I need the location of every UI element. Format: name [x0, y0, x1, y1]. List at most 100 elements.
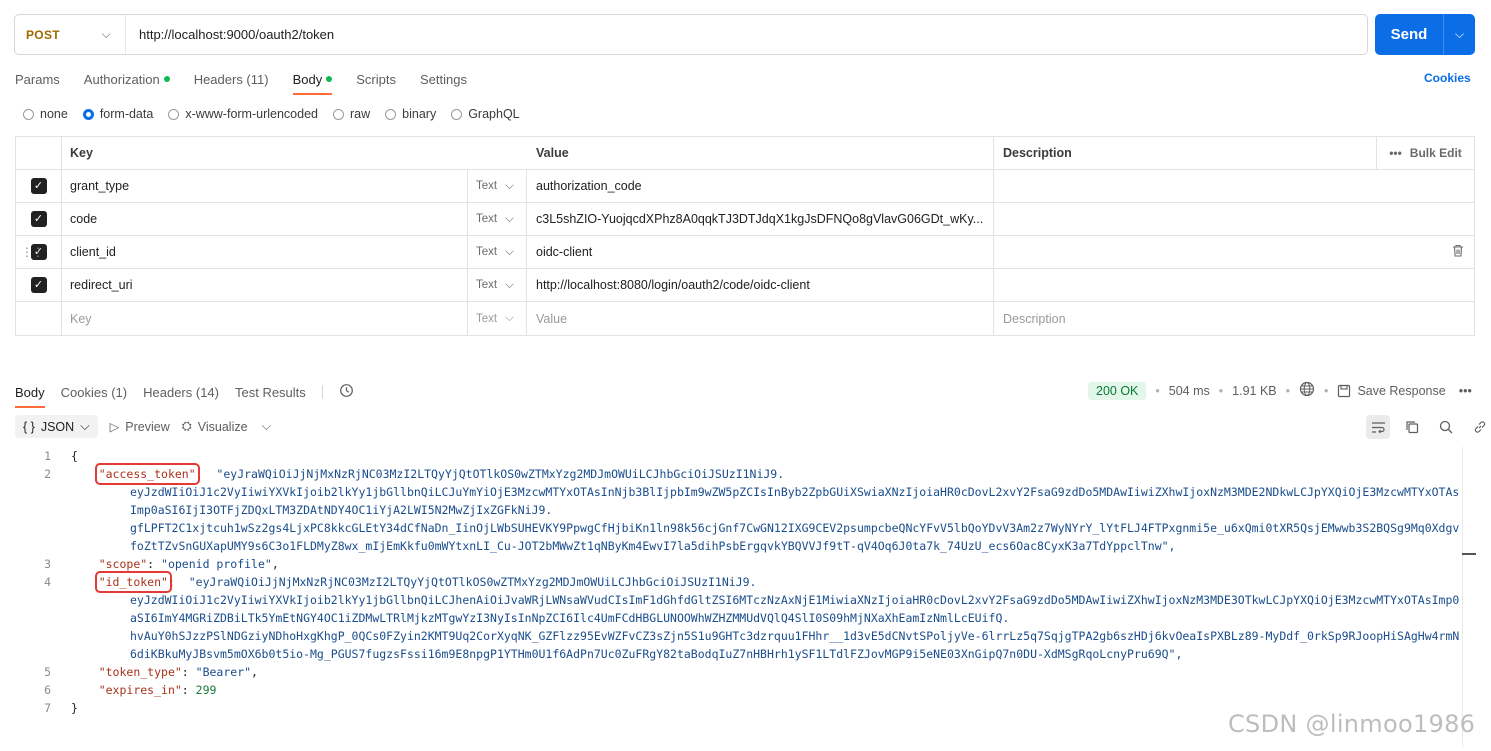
chevron-down-icon: ⌵ [505, 278, 514, 291]
radio-circle-icon [168, 108, 180, 120]
trash-icon[interactable] [1452, 244, 1464, 260]
tab-test-results[interactable]: Test Results [235, 385, 306, 400]
tab-response-body[interactable]: Body [15, 385, 45, 408]
description-cell[interactable] [994, 203, 1474, 235]
method-select[interactable]: POST ⌵ [15, 15, 126, 54]
type-select[interactable]: Text ⌵ [467, 203, 527, 235]
visualize-button[interactable]: ⛭ Visualize ⌵ [182, 419, 271, 434]
request-bar: POST ⌵ http://localhost:9000/oauth2/toke… [14, 14, 1368, 55]
chevron-down-icon[interactable]: ⌵ [262, 419, 271, 434]
radio-raw[interactable]: raw [333, 107, 370, 121]
key-cell[interactable]: redirect_uri [62, 269, 467, 301]
tab-response-cookies[interactable]: Cookies (1) [61, 385, 127, 400]
radio-label: form-data [99, 107, 154, 121]
code-line: 1 { [0, 447, 1470, 465]
response-size[interactable]: 1.91 KB [1232, 384, 1276, 398]
radio-label: none [40, 107, 68, 121]
value-cell[interactable]: c3L5shZIO-YuojqcdXPhz8A0qqkTJ3DTJdqX1kgJ… [527, 203, 994, 235]
tab-headers[interactable]: Headers (11) [194, 70, 269, 88]
link-icon[interactable] [1468, 415, 1491, 439]
globe-icon[interactable] [1299, 381, 1315, 400]
row-checkbox[interactable]: ✓ [16, 170, 62, 202]
response-json-viewer[interactable]: 1 { 2 "access_token": "eyJraWQiOiJjNjMxN… [0, 447, 1470, 717]
radio-form-data[interactable]: form-data [82, 107, 154, 121]
save-response-button[interactable]: Save Response [1337, 384, 1446, 398]
tab-settings[interactable]: Settings [420, 70, 467, 88]
row-checkbox[interactable]: ✓ [16, 203, 62, 235]
send-button[interactable]: Send ⌵ [1375, 14, 1475, 55]
tab-response-headers[interactable]: Headers (14) [143, 385, 219, 400]
table-row: ✓ grant_type Text ⌵ authorization_code [16, 170, 1474, 203]
cookies-link[interactable]: Cookies [1424, 71, 1471, 85]
type-select[interactable]: Text ⌵ [467, 236, 527, 268]
tab-authorization[interactable]: Authorization [84, 70, 170, 88]
key-cell[interactable]: code [62, 203, 467, 235]
line-number: 5 [44, 665, 51, 679]
access-token-value: "eyJraWQiOiJjNjMxNzRjNC03MzI2LTQyYjQtOTl… [216, 467, 785, 481]
code-line: 4 "id_token": "eyJraWQiOiJjNjMxNzRjNC03M… [0, 571, 1470, 593]
radio-circle-icon [451, 108, 463, 120]
key-cell[interactable]: client_id [62, 236, 467, 268]
format-select[interactable]: { } JSON ⌵ [15, 415, 98, 438]
value-cell[interactable]: http://localhost:8080/login/oauth2/code/… [527, 269, 994, 301]
line-number: 7 [44, 701, 51, 715]
send-label: Send [1390, 26, 1428, 43]
row-checkbox[interactable]: ✓ [16, 269, 62, 301]
code-line: 3 "scope": "openid profile", [0, 555, 1470, 573]
response-time[interactable]: 504 ms [1169, 384, 1210, 398]
code-text: "expires_in": 299 [98, 683, 217, 697]
id-token-key: "id_token" [94, 571, 172, 593]
status-badge[interactable]: 200 OK [1088, 381, 1147, 400]
editor-scrollbar-track[interactable] [1462, 447, 1463, 747]
line-number: 6 [44, 683, 51, 697]
row-checkbox[interactable]: ⋮⋮ ✓ [16, 236, 62, 268]
tab-scripts[interactable]: Scripts [356, 70, 396, 88]
table-row: ✓ redirect_uri Text ⌵ http://localhost:80… [16, 269, 1474, 302]
description-cell[interactable] [994, 170, 1474, 202]
radio-label: raw [350, 107, 371, 121]
value-cell[interactable]: oidc-client [527, 236, 994, 268]
scope-value: "openid profile" [161, 557, 272, 571]
chevron-down-icon: ⌵ [505, 212, 514, 225]
tab-label: Headers (11) [193, 71, 269, 87]
type-select[interactable]: Text ⌵ [467, 170, 527, 202]
url-input[interactable]: http://localhost:9000/oauth2/token [126, 27, 334, 42]
description-cell[interactable] [994, 236, 1474, 268]
column-header-value: Value [527, 137, 994, 169]
key-cell[interactable]: grant_type [62, 170, 467, 202]
radio-circle-icon [385, 108, 397, 120]
type-select[interactable]: Text ⌵ [467, 269, 527, 301]
value-input[interactable]: Value [527, 302, 994, 335]
code-text: "id_token": "eyJraWQiOiJjNjMxNzRjNC03MzI… [94, 571, 757, 593]
viewer-toolbar: { } JSON ⌵ ▷ Preview ⛭ Visualize ⌵ [15, 415, 271, 438]
more-options-icon[interactable]: ••• [1459, 384, 1472, 398]
form-data-table: Key Value Description ••• Bulk Edit ✓ gr… [15, 136, 1475, 336]
radio-graphql[interactable]: GraphQL [451, 107, 520, 121]
copy-icon[interactable] [1400, 415, 1424, 439]
send-options-chevron-icon[interactable]: ⌵ [1443, 14, 1475, 55]
key-input[interactable]: Key [62, 302, 467, 335]
code-line: 2 "access_token": "eyJraWQiOiJjNjMxNzRjN… [0, 463, 1470, 485]
access-token-value-cont: eyJzdWIiOiJ1c2VyIiwiYXVkIjoib2lkYy1jbGll… [130, 485, 1460, 517]
description-header-label: Description [1003, 146, 1072, 160]
checkmark-icon: ✓ [30, 178, 47, 194]
radio-x-www-form-urlencoded[interactable]: x-www-form-urlencoded [168, 107, 318, 121]
history-icon[interactable] [339, 383, 354, 401]
type-select[interactable]: Text ⌵ [467, 302, 527, 335]
description-cell[interactable] [994, 269, 1474, 301]
radio-binary[interactable]: binary [385, 107, 436, 121]
radio-circle-selected-icon [82, 108, 94, 120]
tab-body[interactable]: Body [292, 70, 333, 95]
description-input[interactable]: Description [994, 302, 1474, 335]
radio-none[interactable]: none [23, 107, 68, 121]
bulk-edit-button[interactable]: ••• Bulk Edit [1376, 137, 1474, 169]
value-cell[interactable]: authorization_code [527, 170, 994, 202]
wrap-lines-icon[interactable] [1366, 415, 1390, 439]
tab-params[interactable]: Params [15, 70, 60, 88]
header-check-cell [16, 137, 62, 169]
preview-button[interactable]: ▷ Preview [110, 419, 170, 435]
chevron-down-icon: ⌵ [505, 312, 514, 324]
table-row: ✓ code Text ⌵ c3L5shZIO-YuojqcdXPhz8A0qqk… [16, 203, 1474, 236]
drag-handle-icon[interactable]: ⋮⋮ [21, 245, 44, 259]
search-icon[interactable] [1434, 415, 1458, 439]
